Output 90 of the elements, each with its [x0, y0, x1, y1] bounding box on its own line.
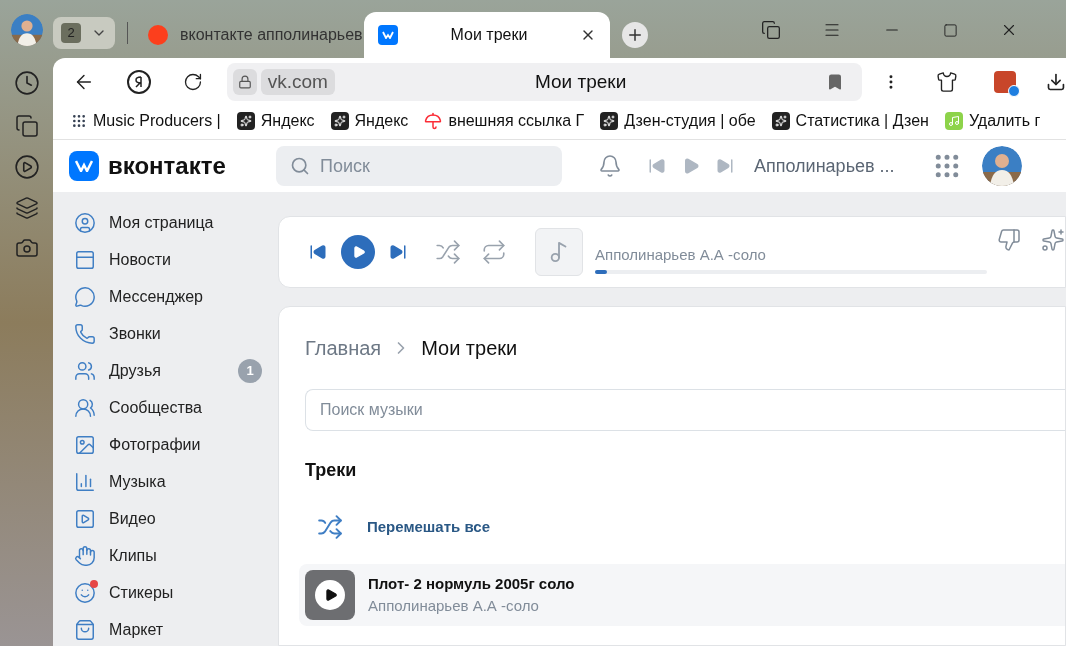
- breadcrumb[interactable]: Мои треки: [421, 333, 518, 363]
- menu-item[interactable]: Клипы: [73, 545, 278, 567]
- yandex-logo-icon: [148, 25, 168, 45]
- extension-icon[interactable]: [936, 71, 959, 93]
- search-field[interactable]: Поиск: [276, 146, 562, 186]
- bookmark-item[interactable]: Music Producers |: [71, 108, 221, 133]
- track-title: Апполинарьев А.А -соло: [595, 245, 767, 266]
- avatar[interactable]: [982, 146, 1022, 186]
- shuffle-all-button[interactable]: Перемешать все: [305, 514, 1065, 540]
- vk-logo-icon: [378, 25, 398, 45]
- yandex-button[interactable]: [126, 70, 151, 94]
- dislike-icon[interactable]: [997, 228, 1021, 252]
- avatar[interactable]: [10, 14, 43, 46]
- tab-title: Мои треки: [449, 25, 529, 45]
- play-icon: [324, 588, 338, 602]
- menu-item[interactable]: Маркет: [73, 619, 278, 641]
- menu-item[interactable]: Музыка: [73, 471, 278, 493]
- yandex-letter-icon: [134, 76, 143, 88]
- next-icon[interactable]: [389, 243, 407, 261]
- image-icon: [74, 434, 96, 456]
- new-tab-button[interactable]: [622, 22, 648, 48]
- collections-icon[interactable]: [761, 20, 781, 40]
- browser-tab[interactable]: Мои треки: [364, 12, 610, 58]
- track-row[interactable]: Плот- 2 нормуль 2005г соло Апполинарьев А.А -соло: [299, 564, 1065, 626]
- progress-track[interactable]: [595, 269, 987, 274]
- track-title: Плот- 2 нормуль 2005г соло: [368, 573, 575, 594]
- umbrella-icon: [424, 111, 443, 130]
- download-icon[interactable]: [1046, 72, 1066, 92]
- menu-item[interactable]: Друзья 1: [73, 360, 278, 382]
- browser-tab[interactable]: вконтакте апполинарьев: [138, 12, 364, 58]
- address-bar[interactable]: vk.com Мои треки: [226, 63, 863, 101]
- video-icon: [74, 508, 96, 530]
- breadcrumb[interactable]: Главная: [305, 333, 382, 363]
- shuffle-icon: [317, 514, 343, 540]
- now-playing-text[interactable]: Апполинарьев ...: [754, 152, 924, 180]
- menu-item[interactable]: Видео: [73, 508, 278, 530]
- repeat-icon[interactable]: [481, 239, 507, 265]
- menu-item[interactable]: Моя страница: [73, 212, 278, 234]
- menu-item[interactable]: Звонки: [73, 323, 278, 345]
- play-icon[interactable]: [13, 154, 40, 180]
- bookmark-item[interactable]: внешняя ссылка Г: [424, 108, 585, 133]
- user-icon: [74, 212, 96, 234]
- music-search-field[interactable]: Поиск музыки: [305, 389, 1065, 431]
- domain-chip: vk.com: [260, 69, 335, 95]
- hand-icon: [74, 545, 96, 567]
- layers-icon[interactable]: [14, 196, 39, 220]
- phone-icon: [74, 323, 96, 345]
- track-artist: Апполинарьев А.А -соло: [368, 596, 540, 616]
- window-icon: [74, 249, 96, 271]
- cover-placeholder: [535, 228, 583, 276]
- vk-logo-icon[interactable]: [69, 151, 99, 181]
- menu-item[interactable]: Сообщества: [73, 397, 278, 419]
- shuffle-icon[interactable]: [435, 239, 461, 265]
- plus-icon: [626, 26, 644, 44]
- dots-icon: [71, 112, 87, 129]
- play-button[interactable]: [305, 570, 355, 620]
- previous-icon[interactable]: [309, 243, 327, 261]
- speech-bubble-icon: [74, 286, 96, 308]
- bookmark-item[interactable]: Статистика | Дзен: [771, 108, 929, 133]
- bookmark-item[interactable]: Яндекс: [236, 108, 315, 133]
- copy-icon[interactable]: [14, 114, 39, 138]
- tab-count: 2: [61, 23, 81, 43]
- menu-icon[interactable]: [823, 21, 841, 39]
- maximize-icon[interactable]: [943, 22, 958, 38]
- notifications-icon[interactable]: [598, 154, 622, 178]
- menu-item[interactable]: Мессенджер: [73, 286, 278, 308]
- lock-icon: [232, 69, 257, 95]
- menu-item[interactable]: Стикеры: [73, 582, 278, 604]
- bookmark-item[interactable]: Яндекс: [330, 108, 409, 133]
- tab-title: вконтакте апполинарьев: [180, 25, 363, 45]
- menu-item[interactable]: Новости: [73, 249, 278, 271]
- reload-icon[interactable]: [182, 72, 203, 92]
- camera-icon[interactable]: [14, 236, 39, 260]
- people-icon: [74, 360, 96, 382]
- bar-chart-icon: [74, 471, 96, 493]
- page-title: Мои треки: [534, 69, 628, 94]
- section-title: Треки: [305, 459, 358, 482]
- bookmark-item[interactable]: Удалить г: [944, 108, 1041, 133]
- play-icon: [352, 245, 366, 259]
- bag-icon: [74, 619, 96, 641]
- logo-text[interactable]: вконтакте: [108, 148, 276, 184]
- music-note-icon: [944, 111, 963, 130]
- smiley-icon: [74, 582, 96, 604]
- bookmark-item[interactable]: Дзен-студия | обе: [600, 108, 756, 133]
- group-icon: [74, 397, 96, 419]
- menu-item[interactable]: Фотографии: [73, 434, 278, 456]
- search-icon: [290, 156, 310, 176]
- sparkles-icon[interactable]: [1041, 228, 1065, 252]
- count-badge: 1: [238, 359, 262, 383]
- history-icon[interactable]: [13, 70, 40, 96]
